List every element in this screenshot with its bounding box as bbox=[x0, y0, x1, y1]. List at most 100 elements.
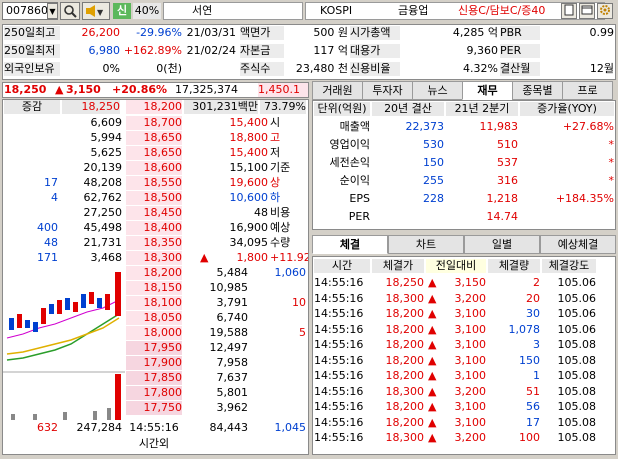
ask-price[interactable]: 18,700 bbox=[126, 116, 182, 130]
window-button[interactable] bbox=[579, 3, 595, 19]
bid-price[interactable]: 17,750 bbox=[126, 401, 182, 415]
info-l2: 자본금 bbox=[240, 44, 284, 58]
trades-header[interactable]: 전일대비 bbox=[426, 259, 486, 273]
summary-label: 고 bbox=[270, 131, 281, 144]
financials-label: EPS bbox=[349, 192, 370, 205]
tab-chart[interactable]: 차트 bbox=[388, 235, 464, 254]
ask-price[interactable]: 18,350 bbox=[126, 236, 182, 250]
trade-price: 18,200 bbox=[385, 400, 425, 413]
trade-time: 14:55:16 bbox=[314, 291, 364, 305]
margin-rate: 40% bbox=[133, 3, 161, 19]
speaker-button[interactable]: ▼ bbox=[82, 2, 110, 20]
info-l3: 신용비율 bbox=[350, 62, 400, 76]
bid-quantity: 3,791 bbox=[216, 296, 249, 309]
bid-price[interactable]: 18,100 bbox=[126, 296, 182, 310]
financials-curr: 11,983 bbox=[479, 120, 519, 133]
financials-header: 단위(억원) bbox=[314, 102, 370, 116]
credit-badge: 신 bbox=[113, 3, 131, 19]
tab-trades[interactable]: 체결 bbox=[312, 235, 388, 254]
trades-header: 체결가 bbox=[372, 259, 424, 273]
up-arrow-icon: ▲ bbox=[428, 291, 437, 305]
candle bbox=[41, 308, 46, 324]
ask-quantity: 62,762 bbox=[83, 191, 123, 204]
financials-prev: 22,373 bbox=[405, 120, 445, 133]
settings-button[interactable] bbox=[597, 3, 613, 19]
info-v3: 21/03/31 bbox=[186, 26, 236, 39]
bid-price[interactable]: 18,150 bbox=[126, 281, 182, 295]
trade-time: 14:55:16 bbox=[314, 307, 364, 320]
bid-price[interactable]: 17,900 bbox=[126, 356, 182, 370]
summary-label: 수량 bbox=[270, 236, 291, 249]
bid-price[interactable]: 17,800 bbox=[126, 386, 182, 400]
bid-price[interactable]: 18,000 bbox=[126, 326, 182, 340]
candle bbox=[81, 294, 86, 308]
info-v5: 4.32% bbox=[463, 62, 498, 75]
ask-quantity: 48,208 bbox=[83, 176, 123, 189]
tab-investor[interactable]: 투자자 bbox=[362, 81, 413, 100]
code-dropdown-button[interactable]: ▼ bbox=[47, 3, 58, 19]
info-l2: 주식수 bbox=[240, 62, 284, 76]
ask-price[interactable]: 18,300 bbox=[126, 251, 182, 265]
summary-label: +11.92% bbox=[270, 251, 308, 264]
ask-price[interactable]: 18,500 bbox=[126, 191, 182, 205]
search-button[interactable] bbox=[60, 2, 80, 20]
ask-quantity: 27,250 bbox=[83, 206, 123, 219]
memo-button[interactable] bbox=[561, 3, 577, 19]
bid-price[interactable]: 17,950 bbox=[126, 341, 182, 355]
trade-time: 14:55:16 bbox=[314, 276, 364, 289]
info-l4: PBR bbox=[500, 26, 540, 40]
summary-value: 48 bbox=[254, 206, 268, 219]
bid-change: 5 bbox=[299, 326, 306, 339]
info-v4: 500 원 bbox=[313, 26, 348, 39]
ask-price[interactable]: 18,650 bbox=[126, 146, 182, 160]
trade-strength: 105.06 bbox=[557, 322, 597, 336]
ask-price[interactable]: 18,550 bbox=[126, 176, 182, 190]
financials-prev: 228 bbox=[423, 192, 444, 205]
ask-price[interactable]: 18,450 bbox=[126, 206, 182, 220]
trade-strength: 105.08 bbox=[557, 400, 597, 413]
gear-icon bbox=[600, 5, 610, 15]
bid-price[interactable]: 17,850 bbox=[126, 371, 182, 385]
trade-strength: 105.06 bbox=[557, 276, 597, 289]
bid-quantity: 3,962 bbox=[216, 401, 249, 414]
trade-time: 14:55:16 bbox=[314, 322, 364, 336]
info-v1: 0% bbox=[102, 62, 120, 75]
bid-price[interactable]: 18,200 bbox=[126, 266, 182, 280]
tab-finance[interactable]: 재무 bbox=[462, 81, 513, 100]
sector-name: 금융업 bbox=[398, 4, 429, 17]
bid-price[interactable]: 18,050 bbox=[126, 311, 182, 325]
info-v4: 23,480 천 bbox=[295, 62, 348, 75]
ask-price[interactable]: 18,650 bbox=[126, 131, 182, 145]
trade-diff: 3,200 bbox=[454, 431, 487, 444]
tab-byitem[interactable]: 종목별 bbox=[512, 81, 563, 100]
up-arrow-icon: ▲ bbox=[428, 353, 437, 367]
trade-strength: 105.08 bbox=[557, 415, 597, 429]
summary-value: 1,800 bbox=[236, 251, 269, 264]
tab-daily[interactable]: 일별 bbox=[464, 235, 540, 254]
footer-total-ask-change: 632 bbox=[37, 421, 58, 434]
footer-after-hours[interactable]: 시간외 bbox=[126, 437, 182, 451]
summary-label: 시 bbox=[270, 116, 281, 129]
bid-quantity: 5,801 bbox=[216, 386, 249, 399]
tab-broker[interactable]: 거래원 bbox=[312, 81, 363, 100]
trade-diff: 3,100 bbox=[454, 307, 487, 320]
trade-diff: 3,200 bbox=[454, 291, 487, 305]
footer-total-ask: 247,284 bbox=[76, 421, 123, 434]
tab-news[interactable]: 뉴스 bbox=[412, 81, 463, 100]
financials-curr: 316 bbox=[497, 174, 518, 187]
tab-expected[interactable]: 예상체결 bbox=[540, 235, 616, 254]
volume-bar bbox=[107, 408, 111, 420]
ask-quantity: 45,498 bbox=[83, 221, 123, 234]
candle bbox=[57, 300, 62, 314]
up-arrow-icon: ▲ bbox=[428, 369, 437, 382]
ask-change: 17 bbox=[44, 176, 58, 189]
tab-program[interactable]: 프로 bbox=[562, 81, 613, 100]
trade-time: 14:55:16 bbox=[314, 384, 364, 398]
candle bbox=[105, 294, 110, 310]
market-name: KOSPI bbox=[320, 4, 353, 17]
ask-price[interactable]: 18,600 bbox=[126, 161, 182, 175]
toolbar: 007860 ▼ ▼ 신 40% 서연 KOSPI 금융업 신용C/담보C/증4… bbox=[0, 0, 618, 22]
financials-yoy: +27.68% bbox=[562, 120, 614, 133]
change-rate: +20.86% bbox=[112, 83, 168, 96]
ask-price[interactable]: 18,400 bbox=[126, 221, 182, 235]
